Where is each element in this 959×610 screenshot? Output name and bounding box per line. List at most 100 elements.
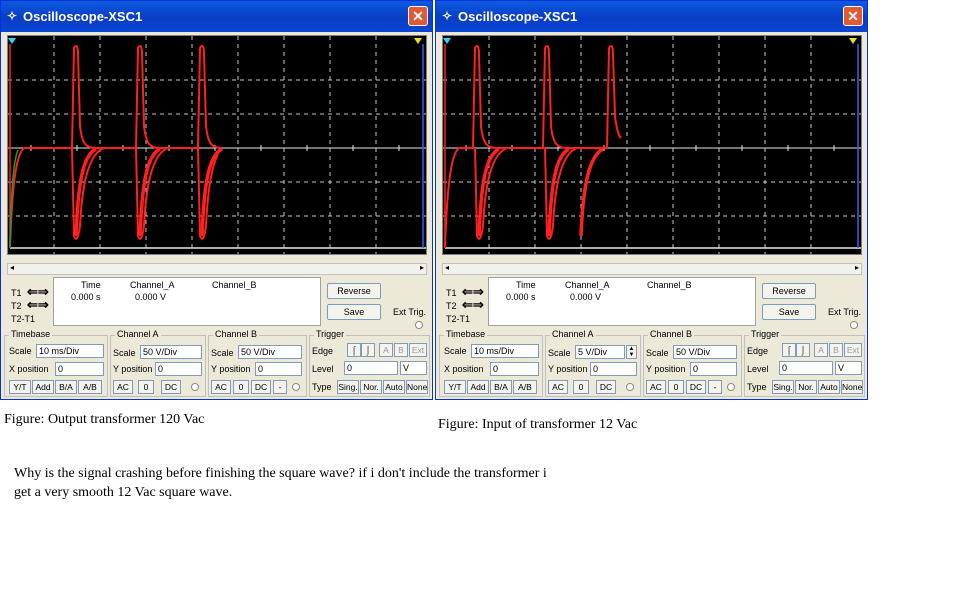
channel-b-ypos-field[interactable]: 0 [255, 362, 302, 376]
trigger-level-unit[interactable]: V [835, 361, 862, 375]
trigger-ext-button[interactable]: Ext [409, 343, 427, 357]
cursor-t2-marker [414, 38, 422, 44]
cursor-t2-arrows-icon[interactable]: ⇐⇒ [462, 297, 484, 313]
ba-mode-button[interactable]: B/A [490, 380, 512, 394]
trigger-a-button[interactable]: A [379, 343, 393, 357]
trigger-none-button[interactable]: None [841, 380, 863, 394]
trigger-none-button[interactable]: None [406, 380, 428, 394]
ab-mode-button[interactable]: A/B [513, 380, 537, 394]
add-mode-button[interactable]: Add [467, 380, 489, 394]
cursor-t1-label: T1 [11, 288, 22, 298]
channel-b-scale-field[interactable]: 50 V/Div [673, 345, 737, 359]
trigger-normal-button[interactable]: Nor. [795, 380, 817, 394]
title-bar[interactable]: ✧ Oscilloscope-XSC1 ✕ [1, 1, 432, 32]
save-button[interactable]: Save [762, 304, 816, 320]
channel-b-header: Channel_B [212, 280, 257, 290]
close-button[interactable]: ✕ [843, 6, 863, 26]
channel-a-scale-spinner-icon[interactable]: ▲ ▼ [626, 345, 637, 359]
question-line-2: get a very smooth 12 Vac square wave. [14, 485, 233, 500]
scroll-left-icon[interactable]: ◂ [445, 263, 449, 272]
reverse-button[interactable]: Reverse [762, 283, 816, 299]
channel-a-ypos-field[interactable]: 0 [590, 362, 637, 376]
ba-mode-button[interactable]: B/A [55, 380, 77, 394]
channel-a-coupling-radio[interactable] [191, 383, 199, 391]
channel-b-dc-button[interactable]: DC [686, 380, 706, 394]
channel-b-ypos-label: Y position [646, 364, 686, 374]
ext-trig-radio[interactable] [415, 321, 423, 329]
channel-a-ypos-field[interactable]: 0 [155, 362, 202, 376]
channel-b-scale-field[interactable]: 50 V/Div [238, 345, 302, 359]
question-text: Why is the signal crashing before finish… [14, 464, 547, 502]
channel-a-zero-button[interactable]: 0 [138, 380, 154, 394]
channel-a-ac-button[interactable]: AC [548, 380, 568, 394]
channel-b-ypos-field[interactable]: 0 [690, 362, 737, 376]
channel-a-zero-button[interactable]: 0 [573, 380, 589, 394]
ab-mode-button[interactable]: A/B [78, 380, 102, 394]
trigger-auto-button[interactable]: Auto [383, 380, 405, 394]
channel-a-title: Channel A [550, 329, 596, 339]
channel-a-title: Channel A [115, 329, 161, 339]
timebase-scale-field[interactable]: 10 ms/Div [36, 344, 104, 358]
trigger-single-button[interactable]: Sing. [772, 380, 794, 394]
channel-b-zero-button[interactable]: 0 [668, 380, 684, 394]
falling-edge-icon[interactable]: ⌡ [796, 343, 810, 357]
yt-mode-button[interactable]: Y/T [9, 380, 31, 394]
scope-screen[interactable] [442, 35, 862, 255]
close-icon: ✕ [412, 8, 424, 24]
channel-b-coupling-radio[interactable] [727, 383, 735, 391]
trigger-normal-button[interactable]: Nor. [360, 380, 382, 394]
channel-a-scale-label: Scale [113, 348, 136, 358]
falling-edge-icon[interactable]: ⌡ [361, 343, 375, 357]
channel-b-minus-button[interactable]: - [708, 380, 722, 394]
scroll-right-icon[interactable]: ▸ [420, 263, 424, 272]
trigger-level-field[interactable]: 0 [344, 361, 398, 375]
channel-a-header: Channel_A [130, 280, 175, 290]
save-button[interactable]: Save [327, 304, 381, 320]
trigger-edge-label: Edge [747, 346, 769, 356]
scope-screen[interactable] [7, 35, 427, 255]
x-position-field[interactable]: 0 [55, 362, 104, 376]
cursor-t2-arrows-icon[interactable]: ⇐⇒ [27, 297, 49, 313]
trigger-level-label: Level [747, 364, 769, 374]
channel-a-ac-button[interactable]: AC [113, 380, 133, 394]
horizontal-scrollbar[interactable]: ◂ ▸ [442, 263, 862, 275]
channel-a-scale-field[interactable]: 5 V/Div [575, 345, 625, 359]
trigger-a-button[interactable]: A [814, 343, 828, 357]
close-button[interactable]: ✕ [408, 6, 428, 26]
horizontal-scrollbar[interactable]: ◂ ▸ [7, 263, 427, 275]
trigger-single-button[interactable]: Sing. [337, 380, 359, 394]
channel-b-ac-button[interactable]: AC [646, 380, 666, 394]
trigger-level-unit[interactable]: V [400, 361, 427, 375]
timebase-scale-field[interactable]: 10 ms/Div [471, 344, 539, 358]
channel-b-dc-button[interactable]: DC [251, 380, 271, 394]
scroll-right-icon[interactable]: ▸ [855, 263, 859, 272]
channel-b-minus-button[interactable]: - [273, 380, 287, 394]
rising-edge-icon[interactable]: ⌠ [782, 343, 796, 357]
channel-a-dc-button[interactable]: DC [596, 380, 616, 394]
x-position-field[interactable]: 0 [490, 362, 539, 376]
channel-a-coupling-radio[interactable] [626, 383, 634, 391]
channel-b-zero-button[interactable]: 0 [233, 380, 249, 394]
scroll-left-icon[interactable]: ◂ [10, 263, 14, 272]
rising-edge-icon[interactable]: ⌠ [347, 343, 361, 357]
close-icon: ✕ [847, 8, 859, 24]
channel-a-group: Channel A Scale 5 V/Div ▲ ▼ Y position 0 … [545, 329, 641, 397]
add-mode-button[interactable]: Add [32, 380, 54, 394]
trigger-auto-button[interactable]: Auto [818, 380, 840, 394]
trigger-level-field[interactable]: 0 [779, 361, 833, 375]
ext-trig-radio[interactable] [850, 321, 858, 329]
channel-b-ac-button[interactable]: AC [211, 380, 231, 394]
channel-b-coupling-radio[interactable] [292, 383, 300, 391]
trigger-b-button[interactable]: B [829, 343, 843, 357]
channel-b-group: Channel B Scale 50 V/Div Y position 0 AC… [208, 329, 307, 397]
cursor-t1-label: T1 [446, 288, 457, 298]
figure-caption-input: Figure: Input of transformer 12 Vac [438, 417, 638, 432]
title-bar[interactable]: ✧ Oscilloscope-XSC1 ✕ [436, 1, 867, 32]
trigger-b-button[interactable]: B [394, 343, 408, 357]
trigger-ext-button[interactable]: Ext [844, 343, 862, 357]
channel-a-scale-field[interactable]: 50 V/Div [140, 345, 202, 359]
yt-mode-button[interactable]: Y/T [444, 380, 466, 394]
channel-a-dc-button[interactable]: DC [161, 380, 181, 394]
reverse-button[interactable]: Reverse [327, 283, 381, 299]
window-title: Oscilloscope-XSC1 [458, 9, 578, 24]
